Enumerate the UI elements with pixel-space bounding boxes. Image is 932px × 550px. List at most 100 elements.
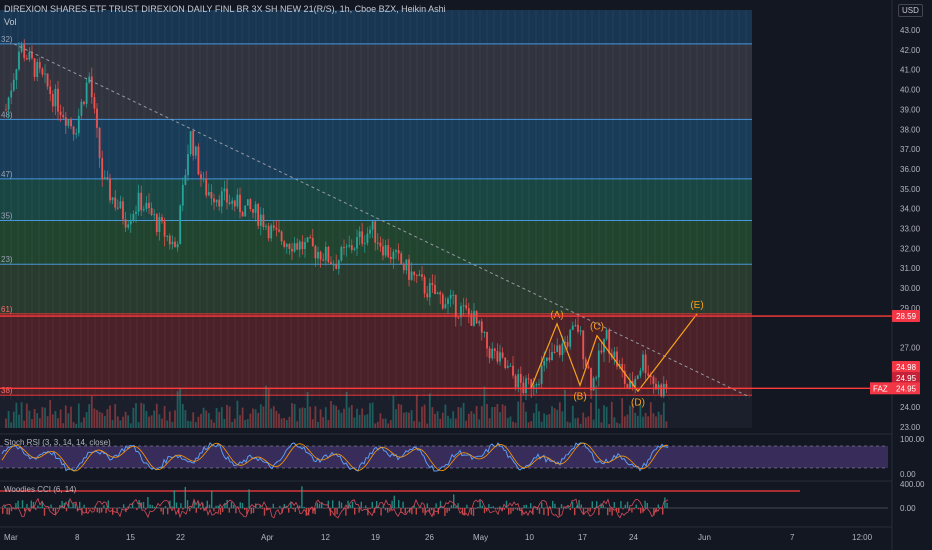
woodies-cci-label[interactable]: Woodies CCI (6, 14) bbox=[4, 485, 76, 494]
candle-body bbox=[350, 245, 353, 250]
symbol-title[interactable]: DIREXION SHARES ETF TRUST DIREXION DAILY… bbox=[4, 4, 446, 14]
cci-histogram-bar bbox=[622, 508, 624, 510]
candle-body bbox=[259, 214, 262, 226]
volume-bar bbox=[621, 398, 624, 428]
volume-legend[interactable]: Vol bbox=[4, 17, 17, 27]
cci-histogram-bar bbox=[571, 501, 574, 508]
volume-bar bbox=[587, 416, 590, 428]
candle-body bbox=[613, 351, 616, 358]
volume-bar bbox=[348, 407, 351, 428]
cci-histogram-bar bbox=[398, 500, 400, 508]
stoch-rsi-label[interactable]: Stoch RSI (3, 3, 14, 14, close) bbox=[4, 438, 111, 447]
cci-histogram-bar bbox=[241, 503, 244, 508]
volume-bar bbox=[337, 409, 340, 428]
candle-body bbox=[291, 248, 293, 252]
volume-bar bbox=[80, 422, 83, 428]
currency-button[interactable]: USD bbox=[898, 4, 923, 17]
volume-bar bbox=[57, 418, 59, 428]
price-tick-label: 30.00 bbox=[900, 284, 921, 293]
cci-histogram-bar bbox=[129, 507, 131, 508]
volume-bar bbox=[7, 411, 10, 428]
volume-bar bbox=[220, 407, 223, 428]
candle-body bbox=[371, 221, 374, 230]
cci-histogram-bar bbox=[450, 505, 453, 508]
candle-body bbox=[418, 274, 421, 276]
volume-bar bbox=[83, 417, 85, 428]
volume-bar bbox=[44, 407, 46, 428]
price-tick-label: 42.00 bbox=[900, 46, 921, 55]
volume-bar bbox=[187, 420, 189, 428]
volume-bar bbox=[527, 422, 530, 428]
volume-bar bbox=[655, 416, 657, 428]
volume-bar bbox=[480, 406, 483, 428]
cci-histogram-bar bbox=[640, 508, 642, 514]
volume-bar bbox=[439, 418, 442, 428]
cci-histogram-bar bbox=[303, 506, 305, 508]
cci-histogram-bar bbox=[299, 505, 301, 508]
chart-canvas[interactable]: 32) 48) 47) 35) 23) 61) 38) (A) (B) (C) (D) (E) 43… bbox=[0, 0, 932, 550]
volume-bar bbox=[192, 412, 195, 428]
cci-histogram-bar bbox=[558, 508, 560, 516]
cci-histogram-bar bbox=[98, 508, 101, 514]
candle-body bbox=[525, 378, 527, 394]
candle-body bbox=[556, 345, 559, 352]
candle-body bbox=[582, 330, 585, 360]
volume-bar bbox=[522, 402, 525, 428]
candle-body bbox=[184, 175, 187, 185]
candle-body bbox=[12, 79, 15, 91]
volume-bar bbox=[270, 408, 273, 428]
woodies-cci-pane: 400.00 0.00 bbox=[0, 480, 925, 519]
candle-body bbox=[171, 241, 174, 245]
volume-bar bbox=[226, 404, 228, 428]
volume-bar bbox=[5, 418, 7, 428]
volume-bar bbox=[158, 414, 161, 428]
candle-body bbox=[200, 174, 202, 179]
volume-bar bbox=[231, 421, 234, 428]
volume-bar bbox=[509, 416, 512, 428]
volume-bar bbox=[626, 414, 629, 428]
candle-body bbox=[145, 202, 148, 209]
volume-bar bbox=[525, 411, 527, 428]
volume-bar bbox=[467, 413, 470, 428]
volume-bar bbox=[150, 415, 153, 428]
volume-bar bbox=[657, 411, 660, 428]
cci-histogram-bar bbox=[323, 508, 325, 509]
cci-histogram-bar bbox=[664, 497, 666, 508]
cci-histogram-bar bbox=[554, 503, 556, 508]
candle-body bbox=[129, 220, 132, 225]
candle-body bbox=[363, 243, 366, 245]
volume-bar bbox=[197, 416, 200, 428]
candle-body bbox=[444, 304, 447, 309]
candle-body bbox=[499, 352, 501, 362]
candle-body bbox=[62, 114, 65, 118]
time-axis: Mar 8 15 22 Apr 12 19 26 May 10 17 24 Jun 7 12:00 bbox=[0, 526, 892, 542]
volume-bar bbox=[153, 410, 156, 428]
candle-body bbox=[600, 350, 603, 353]
candle-body bbox=[311, 238, 314, 246]
candle-body bbox=[270, 225, 273, 239]
cci-histogram-bar bbox=[422, 508, 424, 513]
cci-histogram-bar bbox=[151, 505, 153, 508]
volume-bar bbox=[353, 417, 356, 428]
volume-bar bbox=[649, 402, 652, 428]
cci-histogram-bar bbox=[189, 508, 191, 512]
cci-histogram-bar bbox=[618, 508, 620, 513]
cci-histogram-bar bbox=[406, 508, 409, 509]
cci-histogram-bar bbox=[272, 503, 274, 508]
cci-histogram-bar bbox=[455, 506, 457, 508]
volume-bar bbox=[483, 386, 486, 428]
price-tick-label: 40.00 bbox=[900, 86, 921, 95]
volume-bar bbox=[155, 403, 158, 428]
cci-histogram-bar bbox=[488, 504, 490, 508]
cci-histogram-bar bbox=[479, 500, 481, 508]
volume-bar bbox=[460, 407, 462, 428]
candle-body bbox=[33, 58, 36, 77]
candle-body bbox=[332, 264, 335, 266]
volume-bar bbox=[486, 403, 488, 428]
time-tick-label: Apr bbox=[261, 533, 274, 542]
cci-histogram-bar bbox=[620, 501, 622, 508]
cci-histogram-bar bbox=[167, 508, 169, 515]
volume-bar bbox=[340, 412, 343, 428]
candle-body bbox=[132, 213, 135, 221]
cci-histogram-bar bbox=[393, 495, 395, 508]
